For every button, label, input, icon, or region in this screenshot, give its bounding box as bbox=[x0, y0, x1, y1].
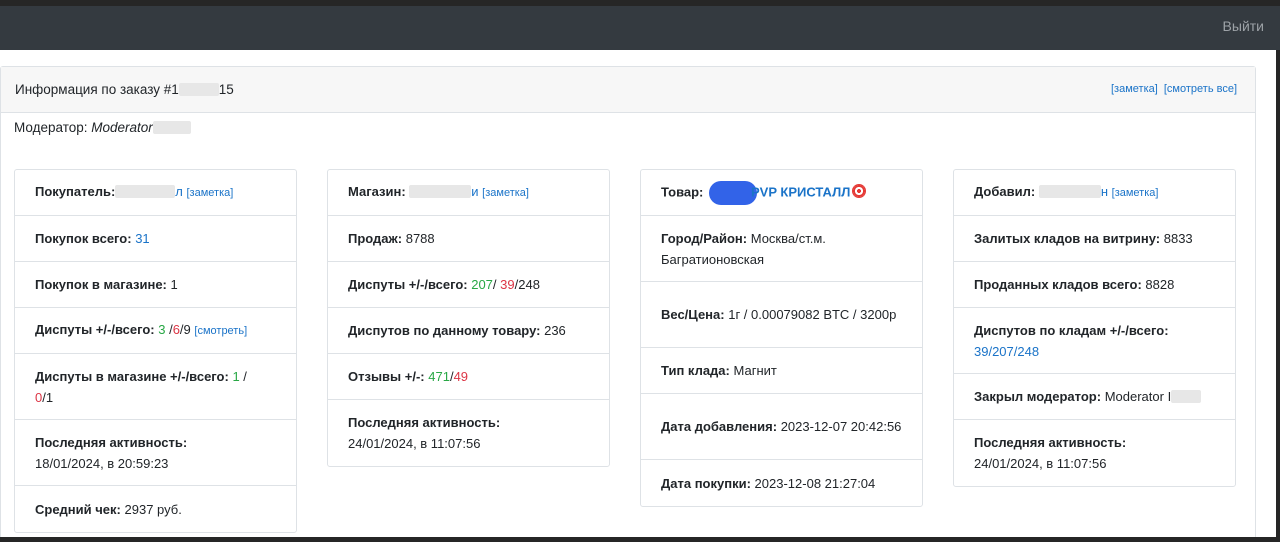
closed-by-row: Закрыл модератор: Moderator I bbox=[954, 374, 1235, 420]
weight-price-row: Вес/Цена: 1г / 0.00079082 BTC / 3200р bbox=[641, 282, 922, 348]
product-card: Товар: PVP КРИСТАЛЛ Город/Район: Москва/… bbox=[640, 169, 923, 507]
added-by-note-link[interactable]: [заметка] bbox=[1112, 187, 1159, 199]
page-content: Информация по заказу #1 15 [заметка] [смо… bbox=[0, 50, 1276, 537]
added-by-last-activity-row: Последняя активность: 24/01/2024, в 11:07… bbox=[974, 435, 1127, 471]
buyer-row: Покупатель: л [заметка] bbox=[15, 170, 296, 216]
sales-row: Продаж: 8788 bbox=[328, 216, 609, 262]
buyer-disputes-row: Диспуты +/-/всего: 3 /6/9 [смотреть] bbox=[15, 308, 296, 354]
purchases-total-row: Покупок всего: 31 bbox=[15, 216, 296, 262]
redacted-block bbox=[1171, 390, 1202, 403]
purchase-date-row: Дата покупки: 2023-12-08 21:27:04 bbox=[661, 475, 876, 491]
target-icon bbox=[852, 183, 867, 198]
top-navbar: Выйти bbox=[0, 6, 1280, 50]
moderator-name: Moderator bbox=[91, 120, 153, 135]
redacted-block bbox=[178, 83, 219, 96]
stocked-row: Залитых кладов на витрину: 8833 bbox=[954, 216, 1235, 262]
order-header-links: [заметка] [смотреть все] bbox=[1108, 83, 1237, 95]
city-row: Город/Район: Москва/ст.м. Багратионовска… bbox=[641, 216, 922, 282]
moderator-line: Модератор: Moderator bbox=[14, 120, 191, 135]
purchases-in-shop-row: Покупок в магазине: 1 bbox=[15, 262, 296, 308]
buyer-note-link[interactable]: [заметка] bbox=[187, 187, 234, 199]
shop-note-link[interactable]: [заметка] bbox=[482, 187, 529, 199]
reviews-row: Отзывы +/-: 471/49 bbox=[328, 354, 609, 400]
product-row: Товар: PVP КРИСТАЛЛ bbox=[641, 170, 922, 216]
sold-row: Проданных кладов всего: 8828 bbox=[954, 262, 1235, 308]
added-by-row: Добавил: н [заметка] bbox=[954, 170, 1235, 216]
avg-check-row: Средний чек: 2937 руб. bbox=[35, 501, 182, 517]
order-view-all-link[interactable]: [смотреть все] bbox=[1164, 83, 1237, 95]
stash-disputes-link[interactable]: 39/207/248 bbox=[974, 344, 1039, 359]
shop-last-activity-row: Последняя активность: 24/01/2024, в 11:07… bbox=[348, 415, 501, 451]
redacted-block bbox=[152, 121, 191, 134]
buyer-last-activity-row: Последняя активность: 18/01/2024, в 20:59… bbox=[15, 420, 296, 486]
added-date-row: Дата добавления: 2023-12-07 20:42:56 bbox=[641, 394, 922, 460]
redacted-block bbox=[1038, 185, 1101, 198]
purchases-total-value[interactable]: 31 bbox=[135, 231, 149, 246]
buyer-disputes-view-link[interactable]: [смотреть] bbox=[194, 325, 247, 337]
product-name-link[interactable]: PVP КРИСТАЛЛ bbox=[751, 184, 850, 199]
stash-disputes-row: Диспутов по кладам +/-/всего: 39/207/248 bbox=[954, 308, 1235, 374]
shop-card: Магазин: и [заметка] Продаж: 8788 Диспут… bbox=[327, 169, 610, 467]
shop-disputes-row: Диспуты +/-/всего: 207/ 39/248 bbox=[328, 262, 609, 308]
logout-link[interactable]: Выйти bbox=[1223, 18, 1264, 34]
buyer-card: Покупатель: л [заметка] Покупок всего: 31… bbox=[14, 169, 297, 533]
order-note-link[interactable]: [заметка] bbox=[1111, 83, 1158, 95]
order-title: Информация по заказу #1 15 bbox=[15, 82, 234, 97]
order-panel-header: Информация по заказу #1 15 [заметка] [смо… bbox=[1, 67, 1255, 113]
stash-type-row: Тип клада: Магнит bbox=[641, 348, 922, 394]
redacted-block bbox=[115, 185, 176, 198]
buyer-shop-disputes-row: Диспуты в магазине +/-/всего: 1 /0/1 bbox=[15, 354, 296, 420]
added-by-card: Добавил: н [заметка] Залитых кладов на в… bbox=[953, 169, 1236, 487]
redacted-block bbox=[409, 185, 472, 198]
shop-row: Магазин: и [заметка] bbox=[328, 170, 609, 216]
redacted-pill bbox=[709, 180, 758, 205]
product-disputes-row: Диспутов по данному товару: 236 bbox=[328, 308, 609, 354]
